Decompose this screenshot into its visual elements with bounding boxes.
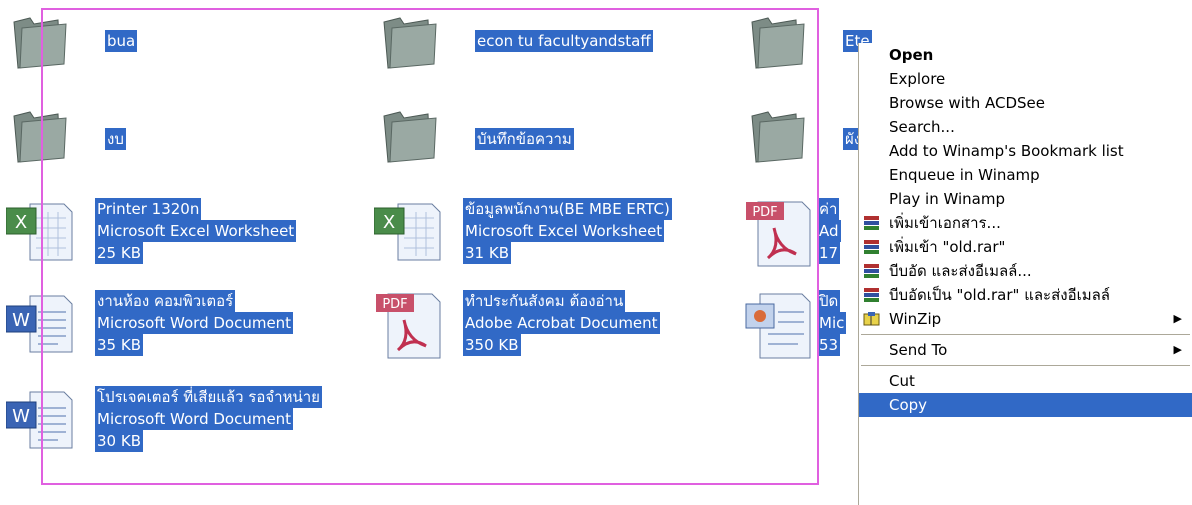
item-type: Ad [817,220,841,242]
context-menu: Open Explore Browse with ACDSee Search..… [858,43,1192,505]
svg-text:W: W [12,406,30,427]
item-size: 17 [817,242,841,264]
folder-icon [383,111,437,163]
item-type: Adobe Acrobat Document [463,312,660,334]
item-name: บันทึกข้อความ [475,128,574,150]
winrar-icon [864,216,879,230]
winrar-icon [864,264,879,278]
winrar-icon [864,288,879,302]
folder-icon [383,17,437,69]
item-name: ทำประกันสังคม ต้องอ่าน [463,290,626,312]
pdf-icon: PDF [746,201,811,267]
item-type: Microsoft Word Document [95,312,294,334]
svg-text:PDF: PDF [382,297,407,312]
menu-item-cut[interactable]: Cut [859,369,1192,393]
svg-text:X: X [15,212,27,233]
submenu-arrow-icon: ▶ [1173,312,1182,325]
item-name: Printer 1320n [95,198,202,220]
folder-icon [13,17,67,69]
item-type: Microsoft Excel Worksheet [463,220,665,242]
submenu-arrow-icon: ▶ [1173,343,1182,356]
item-size: 25 KB [95,242,143,264]
item-name: งบ [105,128,126,150]
menu-item-search[interactable]: Search... [859,115,1192,139]
winzip-icon [863,312,880,326]
item-name: ค่า [817,198,840,220]
menu-item-play-winamp[interactable]: Play in Winamp [859,187,1192,211]
item-size: 30 KB [95,430,143,452]
menu-item-winamp-bookmark[interactable]: Add to Winamp's Bookmark list [859,139,1192,163]
item-size: 35 KB [95,334,143,356]
excel-icon: X [6,203,73,261]
menu-item-open[interactable]: Open [859,43,1192,67]
svg-text:PDF: PDF [752,205,777,220]
menu-separator [861,365,1190,366]
menu-item-winzip[interactable]: WinZip ▶ [859,307,1192,331]
item-name: econ tu facultyandstaff [475,30,653,52]
powerpoint-icon [745,293,811,359]
menu-item-browse-acdsee[interactable]: Browse with ACDSee [859,91,1192,115]
item-name: งานห้อง คอมพิวเตอร์ [95,290,236,312]
item-type: Microsoft Excel Worksheet [95,220,297,242]
menu-separator [861,334,1190,335]
menu-item-add-archive[interactable]: เพิ่มเข้าเอกสาร... [859,211,1192,235]
item-name: ข้อมูลพนักงาน(BE MBE ERTC) [463,198,672,220]
item-name: bua [105,30,138,52]
menu-item-send-to[interactable]: Send To ▶ [859,338,1192,362]
svg-text:W: W [12,310,30,331]
item-size: 350 KB [463,334,521,356]
item-name: โปรเจคเตอร์ ที่เสียแล้ว รอจำหน่าย [95,386,322,408]
menu-item-enqueue-winamp[interactable]: Enqueue in Winamp [859,163,1192,187]
folder-icon [751,111,805,163]
item-type: Mic [817,312,847,334]
item-type: Microsoft Word Document [95,408,294,430]
word-icon: W [6,391,73,449]
menu-item-compress-email[interactable]: บีบอัด และส่งอีเมลล์... [859,259,1192,283]
menu-item-copy[interactable]: Copy [859,393,1192,417]
winrar-icon [864,240,879,254]
pdf-icon: PDF [376,293,441,359]
svg-text:X: X [383,212,395,233]
folder-icon [13,111,67,163]
menu-item-add-old-rar[interactable]: เพิ่มเข้า "old.rar" [859,235,1192,259]
word-icon: W [6,295,73,353]
item-name: ปิด [817,290,841,312]
item-size: 53 [817,334,841,356]
item-size: 31 KB [463,242,511,264]
menu-item-explore[interactable]: Explore [859,67,1192,91]
menu-item-compress-old-rar-email[interactable]: บีบอัดเป็น "old.rar" และส่งอีเมลล์ [859,283,1192,307]
folder-icon [751,17,805,69]
excel-icon: X [374,203,441,261]
